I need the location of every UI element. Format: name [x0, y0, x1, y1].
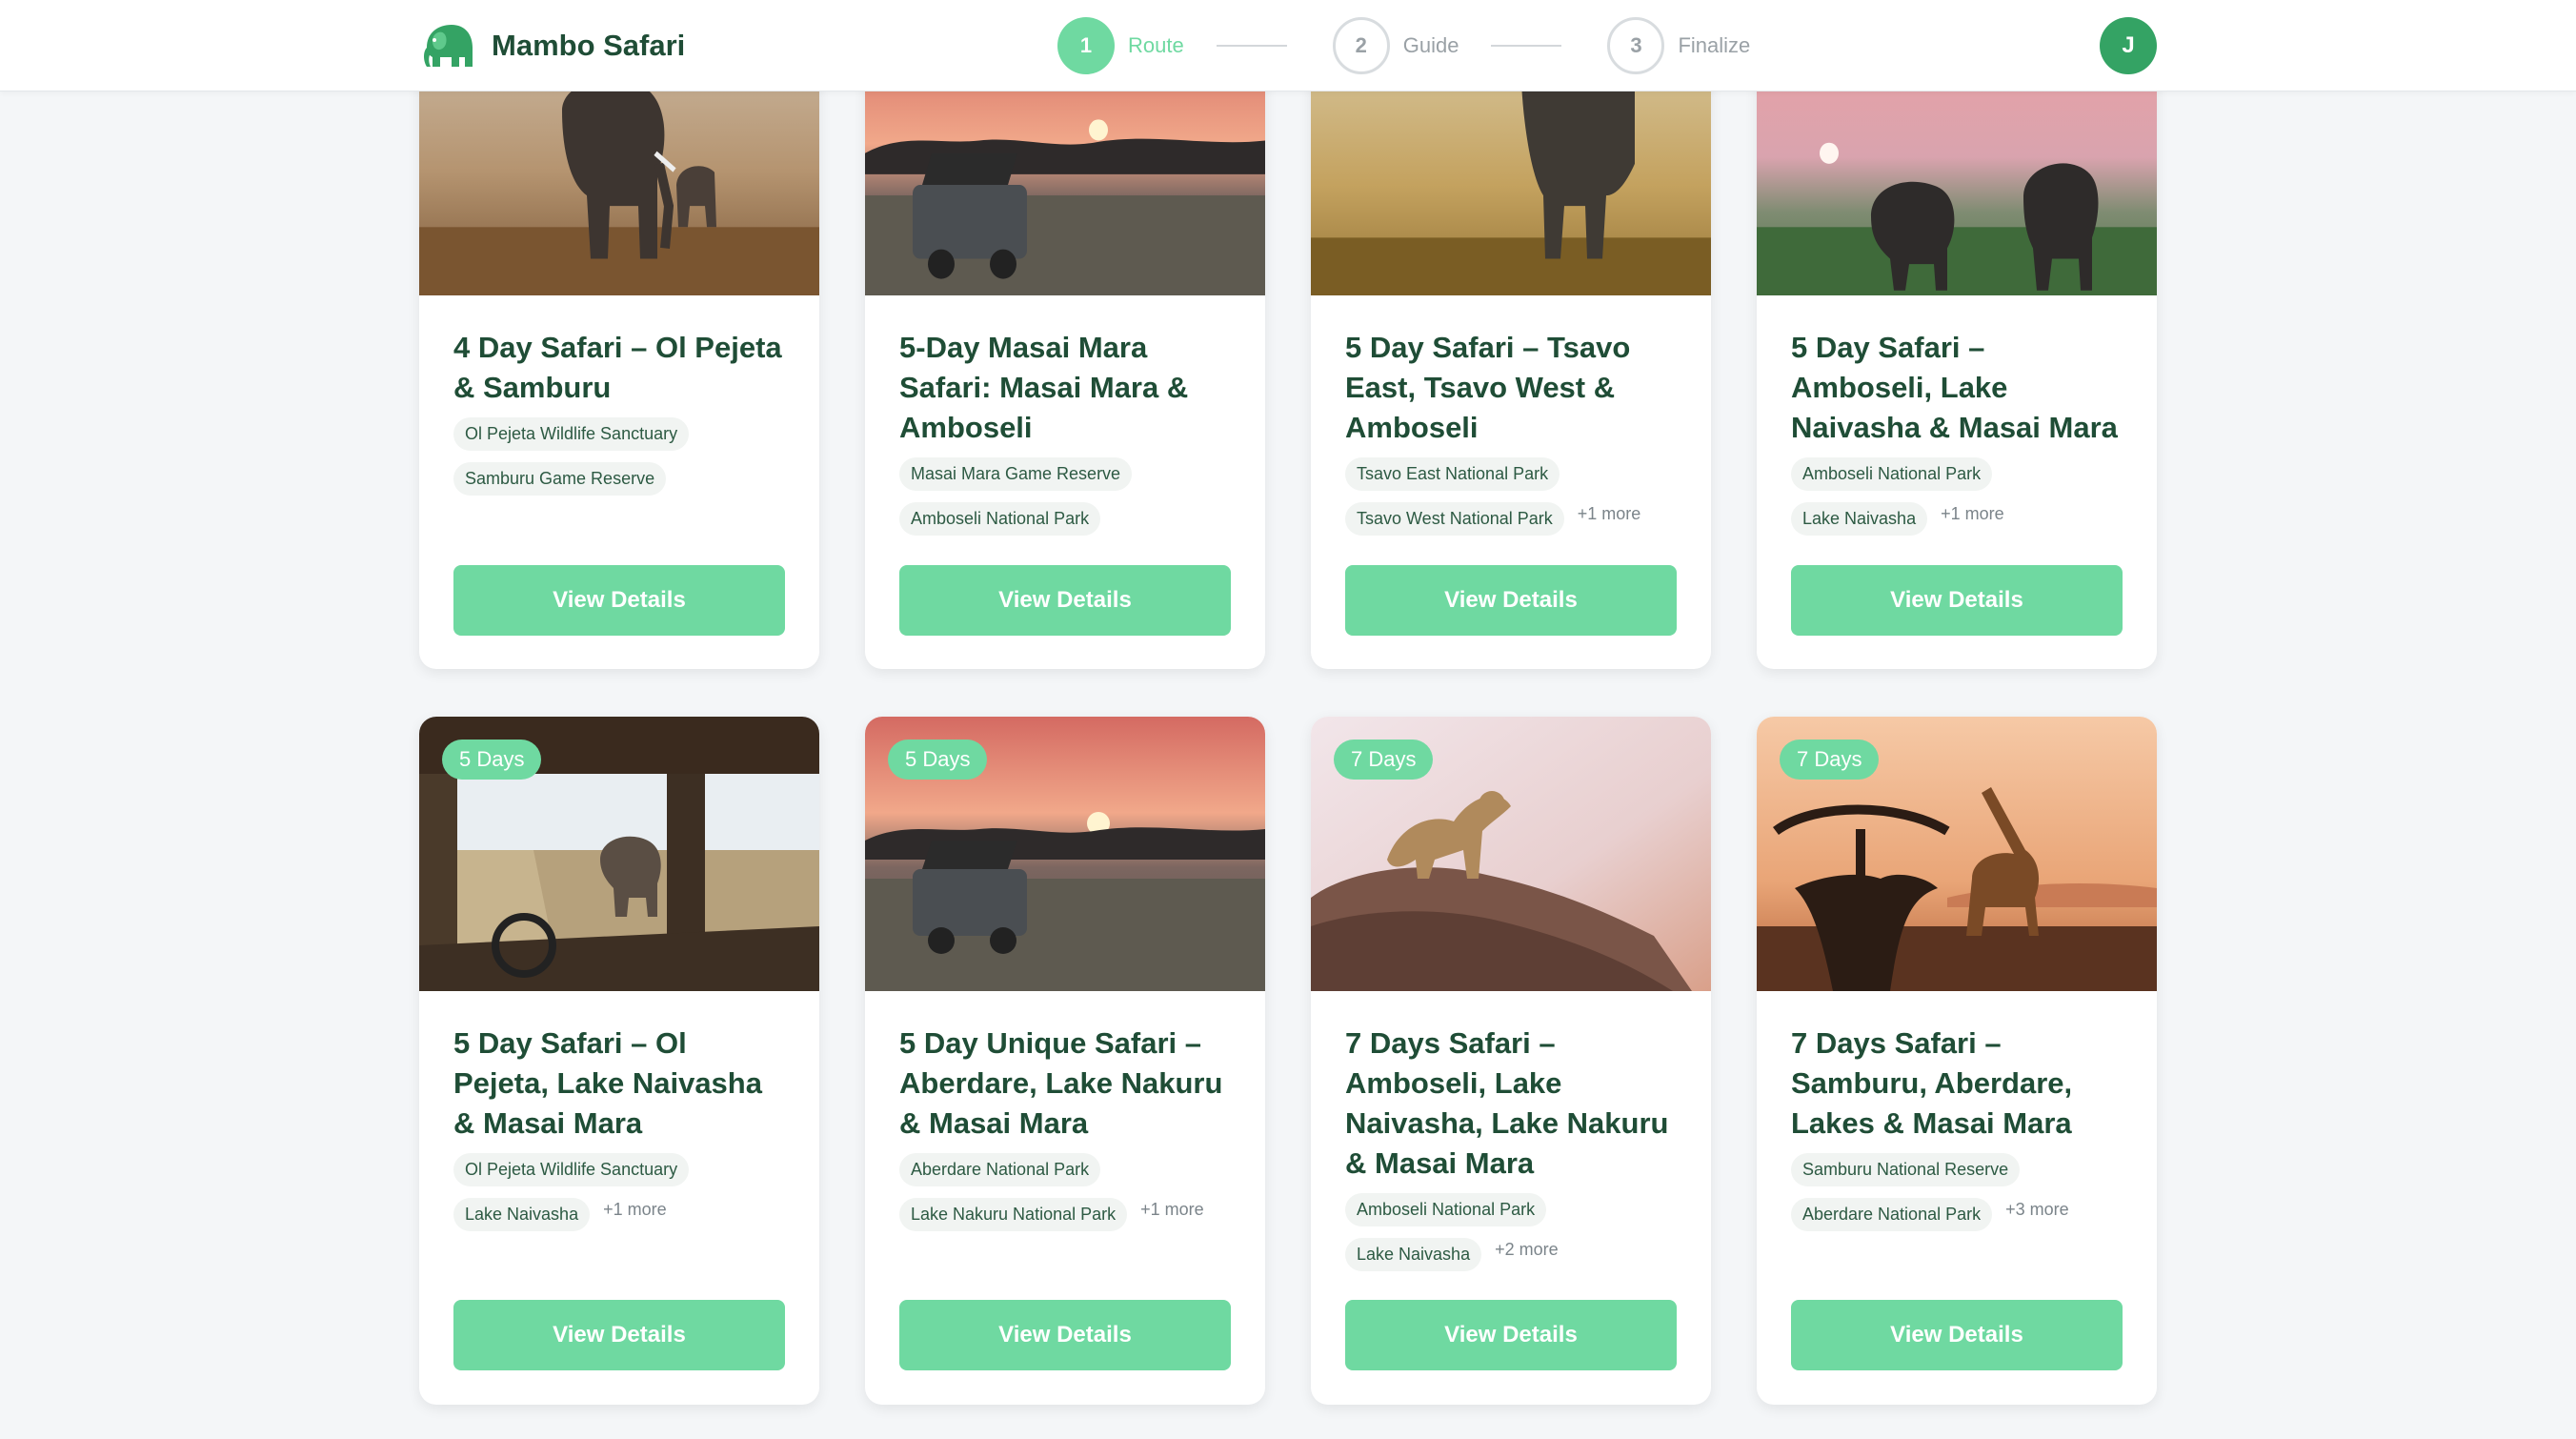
destination-tags: Amboseli National Park Lake Naivasha +2 m… — [1345, 1193, 1677, 1271]
tour-image[interactable]: 7 Days — [1311, 717, 1711, 991]
step-connector — [1216, 45, 1287, 47]
step-connector — [1491, 45, 1562, 47]
brand[interactable]: Mambo Safari — [419, 19, 685, 72]
view-details-button[interactable]: View Details — [899, 565, 1231, 636]
tour-image[interactable]: 7 Days — [1757, 717, 2157, 991]
tour-title[interactable]: 5 Day Safari – Amboseli, Lake Naivasha &… — [1791, 328, 2123, 448]
step-route[interactable]: 1 Route — [1057, 17, 1184, 74]
step-number: 3 — [1607, 17, 1665, 74]
more-destinations-count[interactable]: +2 more — [1495, 1240, 1559, 1260]
step-label: Route — [1128, 33, 1184, 57]
destination-tag: Masai Mara Game Reserve — [899, 457, 1133, 491]
destination-tag: Lake Naivasha — [1345, 1238, 1482, 1271]
booking-stepper: 1 Route 2 Guide 3 Finalize — [1057, 17, 1750, 74]
step-number: 2 — [1332, 17, 1390, 74]
destination-tag: Tsavo East National Park — [1345, 457, 1560, 491]
brand-name: Mambo Safari — [492, 29, 686, 62]
tour-card: 7 Days 7 Days Safari – Amboseli, Lake Na… — [1311, 717, 1711, 1405]
tour-title[interactable]: 4 Day Safari – Ol Pejeta & Samburu — [453, 328, 785, 408]
destination-tag: Ol Pejeta Wildlife Sanctuary — [453, 1153, 690, 1186]
tour-card: 5 Days 5 Day Safari – Ol Pejeta, Lake Na… — [419, 717, 819, 1405]
destination-tags: Aberdare National Park Lake Nakuru Natio… — [899, 1153, 1231, 1231]
duration-badge: 5 Days — [888, 740, 988, 780]
view-details-button[interactable]: View Details — [1791, 1300, 2123, 1370]
step-finalize[interactable]: 3 Finalize — [1607, 17, 1750, 74]
destination-tags: Amboseli National Park Lake Naivasha +1 m… — [1791, 457, 2123, 536]
tour-title[interactable]: 5 Day Safari – Ol Pejeta, Lake Naivasha … — [453, 1024, 785, 1144]
destination-tag: Aberdare National Park — [1791, 1198, 1993, 1231]
view-details-button[interactable]: View Details — [1345, 565, 1677, 636]
tour-title[interactable]: 5-Day Masai Mara Safari: Masai Mara & Am… — [899, 328, 1231, 448]
destination-tag: Lake Naivasha — [453, 1198, 591, 1231]
tour-card: 5 Days 5 Day Unique Safari – Aberdare, L… — [865, 717, 1265, 1405]
view-details-button[interactable]: View Details — [453, 1300, 785, 1370]
step-number: 1 — [1057, 17, 1115, 74]
tour-image[interactable]: 5 Days — [419, 717, 819, 991]
destination-tag: Amboseli National Park — [899, 502, 1101, 536]
destination-tag: Lake Nakuru National Park — [899, 1198, 1128, 1231]
destination-tag: Lake Naivasha — [1791, 502, 1928, 536]
destination-tag: Aberdare National Park — [899, 1153, 1101, 1186]
tour-title[interactable]: 5 Day Safari – Tsavo East, Tsavo West & … — [1345, 328, 1677, 448]
tour-card: 7 Days 7 Days Safari – Samburu, Aberdare… — [1757, 717, 2157, 1405]
duration-badge: 5 Days — [442, 740, 542, 780]
destination-tag: Tsavo West National Park — [1345, 502, 1564, 536]
view-details-button[interactable]: View Details — [899, 1300, 1231, 1370]
user-avatar[interactable]: J — [2100, 17, 2157, 74]
destination-tags: Ol Pejeta Wildlife Sanctuary Lake Naivas… — [453, 1153, 785, 1231]
step-label: Finalize — [1678, 33, 1751, 57]
tour-title[interactable]: 5 Day Unique Safari – Aberdare, Lake Nak… — [899, 1024, 1231, 1144]
tour-title[interactable]: 7 Days Safari – Amboseli, Lake Naivasha,… — [1345, 1024, 1677, 1184]
destination-tag: Samburu Game Reserve — [453, 462, 667, 496]
duration-badge: 7 Days — [1334, 740, 1434, 780]
tour-image[interactable]: 5 Days — [865, 717, 1265, 991]
view-details-button[interactable]: View Details — [1345, 1300, 1677, 1370]
more-destinations-count[interactable]: +1 more — [1140, 1200, 1204, 1220]
view-details-button[interactable]: View Details — [453, 565, 785, 636]
destination-tag: Samburu National Reserve — [1791, 1153, 2021, 1186]
more-destinations-count[interactable]: +1 more — [1941, 504, 2004, 524]
view-details-button[interactable]: View Details — [1791, 565, 2123, 636]
more-destinations-count[interactable]: +1 more — [603, 1200, 667, 1220]
elephant-logo-icon — [424, 25, 473, 67]
more-destinations-count[interactable]: +3 more — [2005, 1200, 2069, 1220]
tour-card: 5-Day Masai Mara Safari: Masai Mara & Am… — [865, 48, 1265, 669]
step-label: Guide — [1402, 33, 1459, 57]
top-navigation-bar: Mambo Safari 1 Route 2 Guide 3 Finalize … — [0, 0, 2576, 91]
tour-title[interactable]: 7 Days Safari – Samburu, Aberdare, Lakes… — [1791, 1024, 2123, 1144]
destination-tag: Amboseli National Park — [1345, 1193, 1547, 1226]
destination-tags: Tsavo East National Park Tsavo West Nati… — [1345, 457, 1677, 536]
more-destinations-count[interactable]: +1 more — [1578, 504, 1641, 524]
tour-card: 5 Day Safari – Amboseli, Lake Naivasha &… — [1757, 48, 2157, 669]
tour-card: 4 Day Safari – Ol Pejeta & Samburu Ol Pe… — [419, 48, 819, 669]
destination-tag: Ol Pejeta Wildlife Sanctuary — [453, 417, 690, 451]
destination-tags: Ol Pejeta Wildlife Sanctuary Samburu Gam… — [453, 417, 785, 496]
destination-tag: Amboseli National Park — [1791, 457, 1993, 491]
tour-card: 5 Day Safari – Tsavo East, Tsavo West & … — [1311, 48, 1711, 669]
duration-badge: 7 Days — [1780, 740, 1880, 780]
destination-tags: Samburu National Reserve Aberdare Nation… — [1791, 1153, 2123, 1231]
step-guide[interactable]: 2 Guide — [1332, 17, 1459, 74]
destination-tags: Masai Mara Game Reserve Amboseli Nationa… — [899, 457, 1231, 536]
